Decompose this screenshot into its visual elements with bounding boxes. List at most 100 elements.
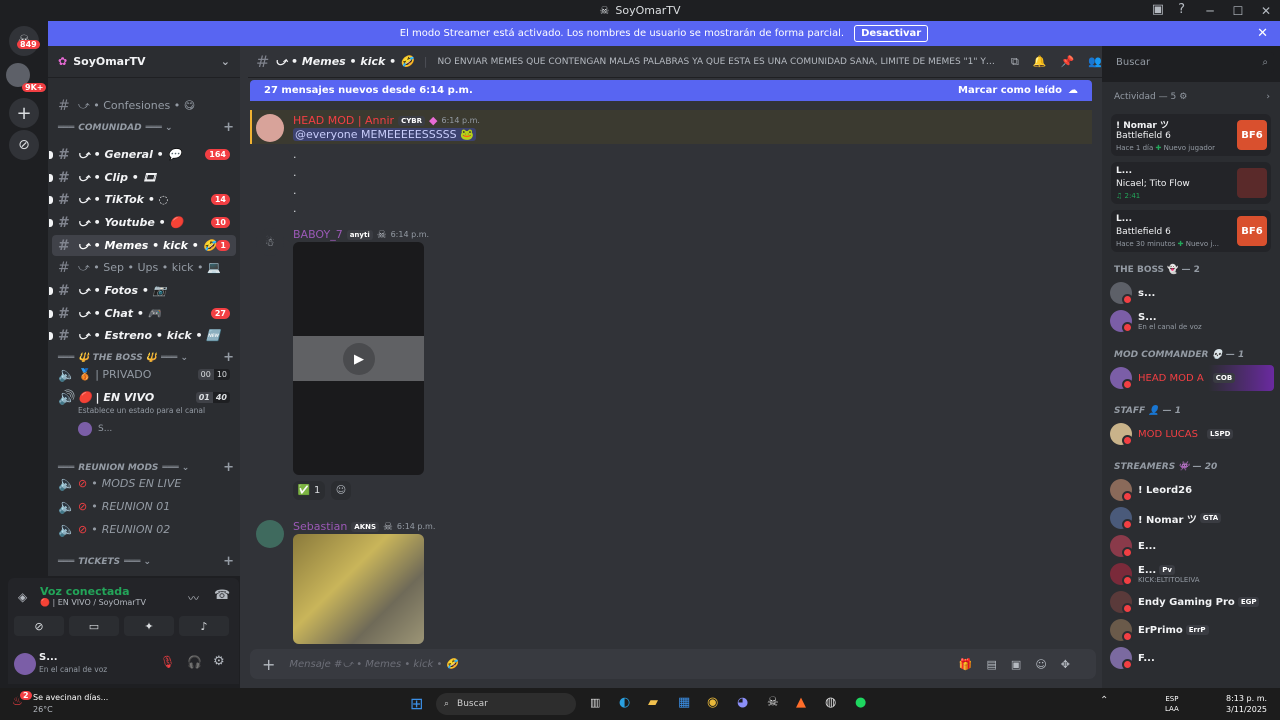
channel-topic[interactable]: NO ENVIAR MEMES QUE CONTENGAN MALAS PALA… — [437, 57, 997, 67]
store-icon[interactable]: ▦ — [678, 695, 690, 710]
avatar[interactable] — [14, 653, 36, 675]
aws-icon[interactable]: ▲ — [796, 695, 806, 710]
member-row[interactable]: E... — [1110, 533, 1274, 559]
spotify-icon[interactable]: ● — [855, 695, 866, 710]
gift-icon[interactable]: 🎁 — [959, 658, 987, 671]
screen-share-button[interactable]: ▭ — [69, 616, 119, 636]
chrome-icon[interactable]: ◉ — [707, 695, 718, 710]
video-attachment[interactable] — [293, 534, 424, 644]
guild-tag[interactable]: CYBR — [398, 115, 426, 126]
add-channel-icon[interactable]: + — [223, 350, 234, 365]
tray-chevron-icon[interactable]: ⌃ — [1100, 695, 1108, 706]
sticker-icon[interactable]: ▣ — [1011, 658, 1035, 671]
member-row[interactable]: HEAD MOD A COB — [1110, 365, 1274, 391]
voice-channel-reunion-02[interactable]: 🔈 ⊘ • REUNION 02 — [52, 519, 236, 540]
gear-icon[interactable]: ⚙ — [213, 654, 225, 669]
channel-item[interactable]: # ⤻ • Chat • 🎮 27 — [49, 303, 236, 324]
gear-icon[interactable]: ⚙ — [1179, 92, 1187, 102]
voice-channel-mods-live[interactable]: 🔈 ⊘ • MODS EN LIVE — [52, 473, 236, 494]
add-channel-icon[interactable]: + — [223, 120, 234, 135]
explore-icon[interactable]: ⊘ — [9, 130, 39, 160]
add-attachment-icon[interactable]: + — [262, 655, 275, 674]
activities-button[interactable]: ✦ — [124, 616, 174, 636]
voice-connected-channel[interactable]: 🔴 | EN VIVO / SoyOmarTV — [40, 598, 146, 607]
windows-start-icon[interactable]: ⊞ — [410, 694, 423, 713]
maximize-button[interactable]: ☐ — [1224, 4, 1252, 18]
close-window-button[interactable]: ✕ — [1252, 4, 1280, 18]
guild-tag[interactable]: AKNS — [351, 521, 380, 532]
noise-suppression-icon[interactable]: 〰 — [188, 590, 199, 606]
folder-icon[interactable]: ▰ — [648, 695, 658, 710]
member-row[interactable]: Endy Gaming Pro EGP — [1110, 589, 1274, 615]
avatar[interactable]: ☃ — [256, 228, 284, 256]
edge-icon[interactable]: ◐ — [619, 695, 630, 710]
member-row[interactable]: ! Leord26 — [1110, 477, 1274, 503]
voice-channel-privado[interactable]: 🔈 🥉 | PRIVADO 00 10 — [52, 364, 236, 385]
pin-icon[interactable]: 📌 — [1061, 55, 1075, 68]
voice-connected-title[interactable]: Voz conectada — [40, 585, 130, 598]
activity-card[interactable]: L... Nicael; Tito Flow ♫ 2:41 — [1111, 162, 1271, 204]
guild-tag[interactable]: anyti — [346, 229, 373, 240]
new-messages-bar[interactable]: 27 mensajes nuevos desde 6:14 p.m. Marca… — [250, 80, 1092, 101]
message-body[interactable]: @everyone MEMEEEEESSSSS 🐸 — [293, 128, 476, 141]
voice-status-hint[interactable]: Establece un estado para el canal — [78, 406, 205, 415]
channel-item[interactable]: # ⤻ • Estreno • kick • 🆕 — [49, 325, 236, 346]
camera-off-button[interactable]: ⊘ — [14, 616, 64, 636]
chevron-right-icon[interactable]: › — [1266, 92, 1270, 102]
channel-item[interactable]: # ⤻ • General • 💬 164 — [49, 144, 236, 165]
reaction[interactable]: ✅ 1 — [293, 481, 325, 500]
category-comunidad[interactable]: ═══ COMUNIDAD ═══ ⌄ + — [58, 120, 234, 135]
threads-icon[interactable]: ⧉ — [1011, 55, 1019, 69]
member-row[interactable]: ! Nomar ツ GTA — [1110, 505, 1274, 531]
gif-icon[interactable]: ▤ — [987, 658, 1011, 671]
channel-item[interactable]: # ⤻ • Confesiones • 😋 — [52, 95, 236, 116]
channel-item[interactable]: # ⤻ • TikTok • ◌ 14 — [49, 189, 236, 210]
channel-item[interactable]: # ⤻ • Sep • Ups • kick • 💻 — [52, 257, 236, 278]
member-row[interactable]: ErPrimo ErrP — [1110, 617, 1274, 643]
obs-icon[interactable]: ◍ — [825, 695, 836, 710]
inbox-icon[interactable]: ▣ — [1152, 2, 1164, 17]
member-row[interactable]: E... Pv KICK:ELTITOLEIVA — [1110, 561, 1274, 587]
message-author[interactable]: HEAD MOD | Annir — [293, 114, 394, 127]
message-author[interactable]: BABOY_7 — [293, 228, 343, 241]
category-boss[interactable]: ═══ 🔱 THE BOSS 🔱 ═══ ⌄ + — [58, 350, 234, 365]
channel-item[interactable]: # ⤻ • Clip • 🎞 — [49, 167, 236, 188]
disable-streamer-button[interactable]: Desactivar — [854, 25, 929, 42]
close-banner-icon[interactable]: ✕ — [1257, 26, 1268, 41]
add-server-icon[interactable]: + — [9, 98, 39, 128]
voice-channel-envivo[interactable]: 🔊 🔴 | EN VIVO 01 40 — [52, 387, 236, 408]
voice-user[interactable]: S... — [78, 422, 112, 436]
mark-read-button[interactable]: Marcar como leído — [958, 85, 1062, 96]
task-view-icon[interactable]: ▥ — [590, 696, 600, 709]
member-row[interactable]: F... — [1110, 645, 1274, 671]
category-tickets[interactable]: ═══ TICKETS ═══ ⌄ + — [58, 554, 234, 569]
play-icon[interactable]: ▶ — [343, 343, 375, 375]
weather-text[interactable]: Se avecinan días... — [33, 693, 108, 702]
message-author[interactable]: Sebastian — [293, 520, 347, 533]
member-row[interactable]: S... En el canal de voz — [1110, 308, 1274, 334]
add-reaction-icon[interactable]: ☺ — [331, 481, 351, 500]
video-attachment[interactable]: ▶ — [293, 242, 424, 475]
taskbar-search[interactable]: ⌕ Buscar — [436, 693, 576, 715]
activity-card[interactable]: ! Nomar ツ Battlefield 6 Hace 1 día ✚ Nue… — [1111, 114, 1271, 156]
channel-item[interactable]: # ⤻ • Fotos • 📷 — [49, 280, 236, 301]
member-row[interactable]: MOD LUCAS LSPD — [1110, 421, 1274, 447]
language-indicator[interactable]: ESP LAA — [1165, 694, 1179, 714]
message-input[interactable]: Mensaje #⤻ • Memes • kick • 🤣 — [289, 659, 458, 670]
soundboard-button[interactable]: ♪ — [179, 616, 229, 636]
help-icon[interactable]: ? — [1178, 2, 1185, 17]
voice-channel-reunion-01[interactable]: 🔈 ⊘ • REUNION 01 — [52, 496, 236, 517]
add-channel-icon[interactable]: + — [223, 554, 234, 569]
search-input[interactable]: Buscar ⌕ — [1110, 52, 1274, 73]
signal-icon[interactable]: ◈ — [18, 590, 27, 604]
channel-item[interactable]: # ⤻ • Memes • kick • 🤣 1 — [52, 235, 236, 256]
emoji-icon[interactable]: ☺ — [1035, 658, 1060, 671]
avatar[interactable] — [256, 114, 284, 142]
activity-card[interactable]: L... Battlefield 6 Hace 30 minutos ✚ Nue… — [1111, 210, 1271, 252]
apps-icon[interactable]: ✥ — [1061, 658, 1084, 671]
headphones-icon[interactable]: 🎧 — [187, 655, 202, 669]
avatar[interactable] — [256, 520, 284, 548]
disconnect-icon[interactable]: ☎ — [214, 588, 230, 603]
channel-item[interactable]: # ⤻ • Youtube • 🔴 10 — [49, 212, 236, 233]
minimize-button[interactable]: ─ — [1196, 4, 1224, 18]
